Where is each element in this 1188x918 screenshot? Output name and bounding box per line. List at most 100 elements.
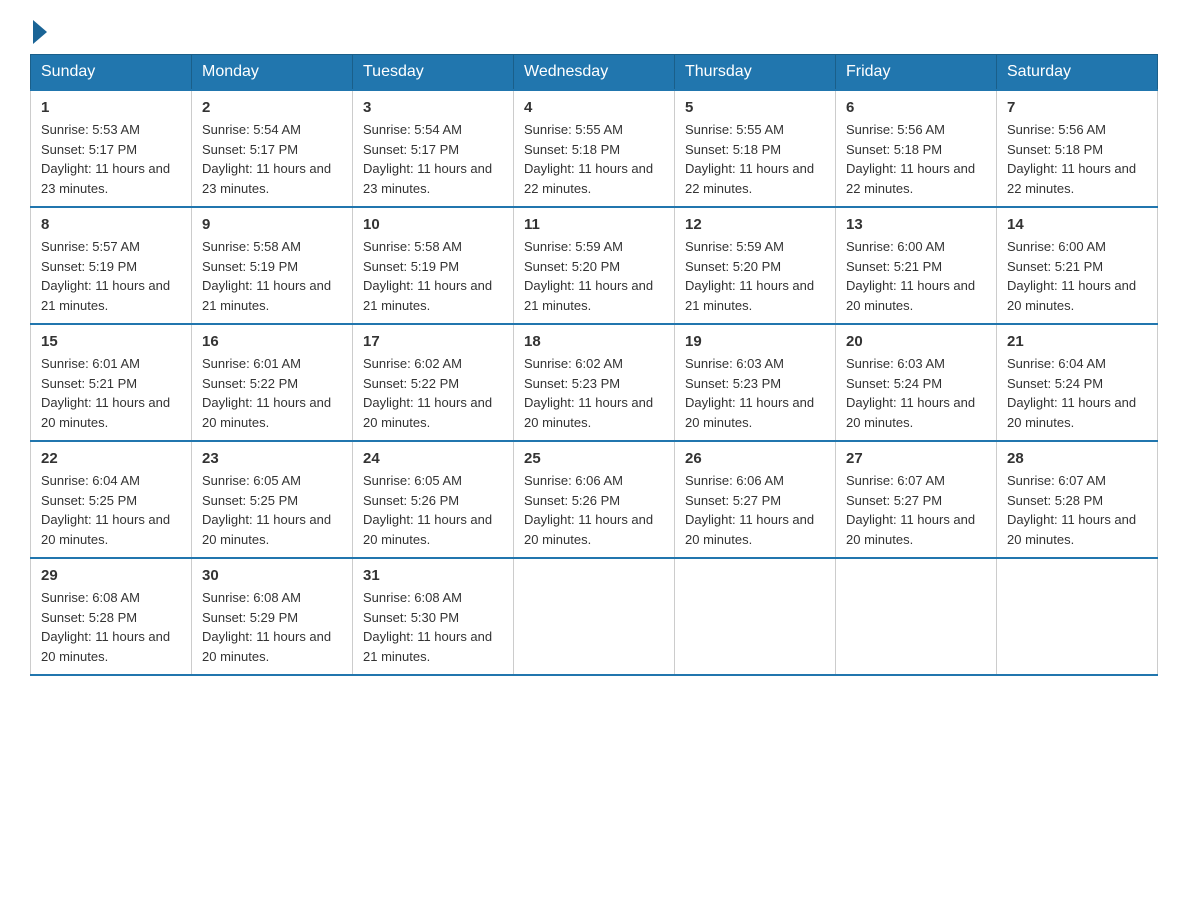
daylight-label: Daylight: 11 hours and 20 minutes.	[1007, 512, 1136, 547]
sunset-label: Sunset: 5:20 PM	[524, 259, 620, 274]
daylight-label: Daylight: 11 hours and 20 minutes.	[41, 512, 170, 547]
daylight-label: Daylight: 11 hours and 20 minutes.	[363, 512, 492, 547]
sunrise-label: Sunrise: 5:54 AM	[202, 122, 301, 137]
sunrise-label: Sunrise: 5:54 AM	[363, 122, 462, 137]
daylight-label: Daylight: 11 hours and 20 minutes.	[524, 395, 653, 430]
sunrise-label: Sunrise: 6:02 AM	[524, 356, 623, 371]
sunrise-label: Sunrise: 6:05 AM	[202, 473, 301, 488]
day-info: Sunrise: 6:08 AM Sunset: 5:28 PM Dayligh…	[41, 588, 181, 666]
calendar-day-cell: 11 Sunrise: 5:59 AM Sunset: 5:20 PM Dayl…	[514, 207, 675, 324]
sunrise-label: Sunrise: 6:06 AM	[524, 473, 623, 488]
day-number: 9	[202, 216, 342, 233]
page-header	[30, 20, 1158, 44]
sunset-label: Sunset: 5:19 PM	[363, 259, 459, 274]
daylight-label: Daylight: 11 hours and 20 minutes.	[202, 512, 331, 547]
calendar-day-cell: 8 Sunrise: 5:57 AM Sunset: 5:19 PM Dayli…	[31, 207, 192, 324]
calendar-week-row: 22 Sunrise: 6:04 AM Sunset: 5:25 PM Dayl…	[31, 441, 1158, 558]
calendar-day-cell: 16 Sunrise: 6:01 AM Sunset: 5:22 PM Dayl…	[192, 324, 353, 441]
sunrise-label: Sunrise: 6:01 AM	[41, 356, 140, 371]
sunset-label: Sunset: 5:18 PM	[1007, 142, 1103, 157]
sunrise-label: Sunrise: 6:07 AM	[1007, 473, 1106, 488]
day-number: 10	[363, 216, 503, 233]
day-info: Sunrise: 5:58 AM Sunset: 5:19 PM Dayligh…	[363, 237, 503, 315]
sunset-label: Sunset: 5:27 PM	[685, 493, 781, 508]
daylight-label: Daylight: 11 hours and 22 minutes.	[1007, 161, 1136, 196]
day-info: Sunrise: 6:02 AM Sunset: 5:23 PM Dayligh…	[524, 354, 664, 432]
sunset-label: Sunset: 5:25 PM	[202, 493, 298, 508]
day-number: 16	[202, 333, 342, 350]
sunrise-label: Sunrise: 5:56 AM	[846, 122, 945, 137]
calendar-week-row: 1 Sunrise: 5:53 AM Sunset: 5:17 PM Dayli…	[31, 90, 1158, 207]
calendar-day-cell: 19 Sunrise: 6:03 AM Sunset: 5:23 PM Dayl…	[675, 324, 836, 441]
daylight-label: Daylight: 11 hours and 20 minutes.	[846, 278, 975, 313]
logo-text	[30, 20, 50, 44]
day-number: 4	[524, 99, 664, 116]
day-number: 19	[685, 333, 825, 350]
calendar-day-cell: 30 Sunrise: 6:08 AM Sunset: 5:29 PM Dayl…	[192, 558, 353, 675]
calendar-day-cell: 9 Sunrise: 5:58 AM Sunset: 5:19 PM Dayli…	[192, 207, 353, 324]
calendar-day-cell: 7 Sunrise: 5:56 AM Sunset: 5:18 PM Dayli…	[997, 90, 1158, 207]
day-info: Sunrise: 5:53 AM Sunset: 5:17 PM Dayligh…	[41, 120, 181, 198]
calendar-header-saturday: Saturday	[997, 55, 1158, 91]
sunset-label: Sunset: 5:17 PM	[202, 142, 298, 157]
sunrise-label: Sunrise: 5:58 AM	[202, 239, 301, 254]
calendar-day-cell: 14 Sunrise: 6:00 AM Sunset: 5:21 PM Dayl…	[997, 207, 1158, 324]
calendar-day-cell	[836, 558, 997, 675]
calendar-header-thursday: Thursday	[675, 55, 836, 91]
sunrise-label: Sunrise: 5:58 AM	[363, 239, 462, 254]
sunrise-label: Sunrise: 6:06 AM	[685, 473, 784, 488]
sunrise-label: Sunrise: 6:02 AM	[363, 356, 462, 371]
sunset-label: Sunset: 5:24 PM	[1007, 376, 1103, 391]
sunrise-label: Sunrise: 6:03 AM	[685, 356, 784, 371]
sunset-label: Sunset: 5:22 PM	[363, 376, 459, 391]
day-number: 8	[41, 216, 181, 233]
day-number: 3	[363, 99, 503, 116]
calendar-week-row: 8 Sunrise: 5:57 AM Sunset: 5:19 PM Dayli…	[31, 207, 1158, 324]
calendar-table: SundayMondayTuesdayWednesdayThursdayFrid…	[30, 54, 1158, 676]
day-number: 27	[846, 450, 986, 467]
calendar-week-row: 15 Sunrise: 6:01 AM Sunset: 5:21 PM Dayl…	[31, 324, 1158, 441]
sunset-label: Sunset: 5:21 PM	[41, 376, 137, 391]
calendar-day-cell: 22 Sunrise: 6:04 AM Sunset: 5:25 PM Dayl…	[31, 441, 192, 558]
day-info: Sunrise: 6:03 AM Sunset: 5:23 PM Dayligh…	[685, 354, 825, 432]
sunset-label: Sunset: 5:17 PM	[363, 142, 459, 157]
calendar-day-cell	[997, 558, 1158, 675]
day-info: Sunrise: 6:08 AM Sunset: 5:29 PM Dayligh…	[202, 588, 342, 666]
day-number: 6	[846, 99, 986, 116]
day-number: 15	[41, 333, 181, 350]
calendar-day-cell	[514, 558, 675, 675]
sunset-label: Sunset: 5:17 PM	[41, 142, 137, 157]
daylight-label: Daylight: 11 hours and 23 minutes.	[363, 161, 492, 196]
calendar-day-cell: 1 Sunrise: 5:53 AM Sunset: 5:17 PM Dayli…	[31, 90, 192, 207]
day-info: Sunrise: 6:06 AM Sunset: 5:27 PM Dayligh…	[685, 471, 825, 549]
day-info: Sunrise: 5:54 AM Sunset: 5:17 PM Dayligh…	[363, 120, 503, 198]
sunrise-label: Sunrise: 6:00 AM	[1007, 239, 1106, 254]
daylight-label: Daylight: 11 hours and 22 minutes.	[685, 161, 814, 196]
day-info: Sunrise: 6:04 AM Sunset: 5:24 PM Dayligh…	[1007, 354, 1147, 432]
sunrise-label: Sunrise: 5:55 AM	[524, 122, 623, 137]
daylight-label: Daylight: 11 hours and 21 minutes.	[363, 629, 492, 664]
daylight-label: Daylight: 11 hours and 20 minutes.	[685, 512, 814, 547]
logo	[30, 20, 50, 44]
calendar-day-cell: 24 Sunrise: 6:05 AM Sunset: 5:26 PM Dayl…	[353, 441, 514, 558]
day-info: Sunrise: 6:02 AM Sunset: 5:22 PM Dayligh…	[363, 354, 503, 432]
sunset-label: Sunset: 5:19 PM	[202, 259, 298, 274]
calendar-day-cell: 26 Sunrise: 6:06 AM Sunset: 5:27 PM Dayl…	[675, 441, 836, 558]
sunrise-label: Sunrise: 5:55 AM	[685, 122, 784, 137]
daylight-label: Daylight: 11 hours and 20 minutes.	[685, 395, 814, 430]
sunset-label: Sunset: 5:18 PM	[685, 142, 781, 157]
daylight-label: Daylight: 11 hours and 20 minutes.	[202, 629, 331, 664]
day-number: 20	[846, 333, 986, 350]
daylight-label: Daylight: 11 hours and 21 minutes.	[524, 278, 653, 313]
calendar-day-cell	[675, 558, 836, 675]
calendar-header-sunday: Sunday	[31, 55, 192, 91]
calendar-day-cell: 29 Sunrise: 6:08 AM Sunset: 5:28 PM Dayl…	[31, 558, 192, 675]
daylight-label: Daylight: 11 hours and 22 minutes.	[846, 161, 975, 196]
day-number: 12	[685, 216, 825, 233]
sunset-label: Sunset: 5:21 PM	[1007, 259, 1103, 274]
calendar-day-cell: 4 Sunrise: 5:55 AM Sunset: 5:18 PM Dayli…	[514, 90, 675, 207]
sunset-label: Sunset: 5:29 PM	[202, 610, 298, 625]
day-number: 22	[41, 450, 181, 467]
sunrise-label: Sunrise: 6:00 AM	[846, 239, 945, 254]
sunset-label: Sunset: 5:28 PM	[41, 610, 137, 625]
